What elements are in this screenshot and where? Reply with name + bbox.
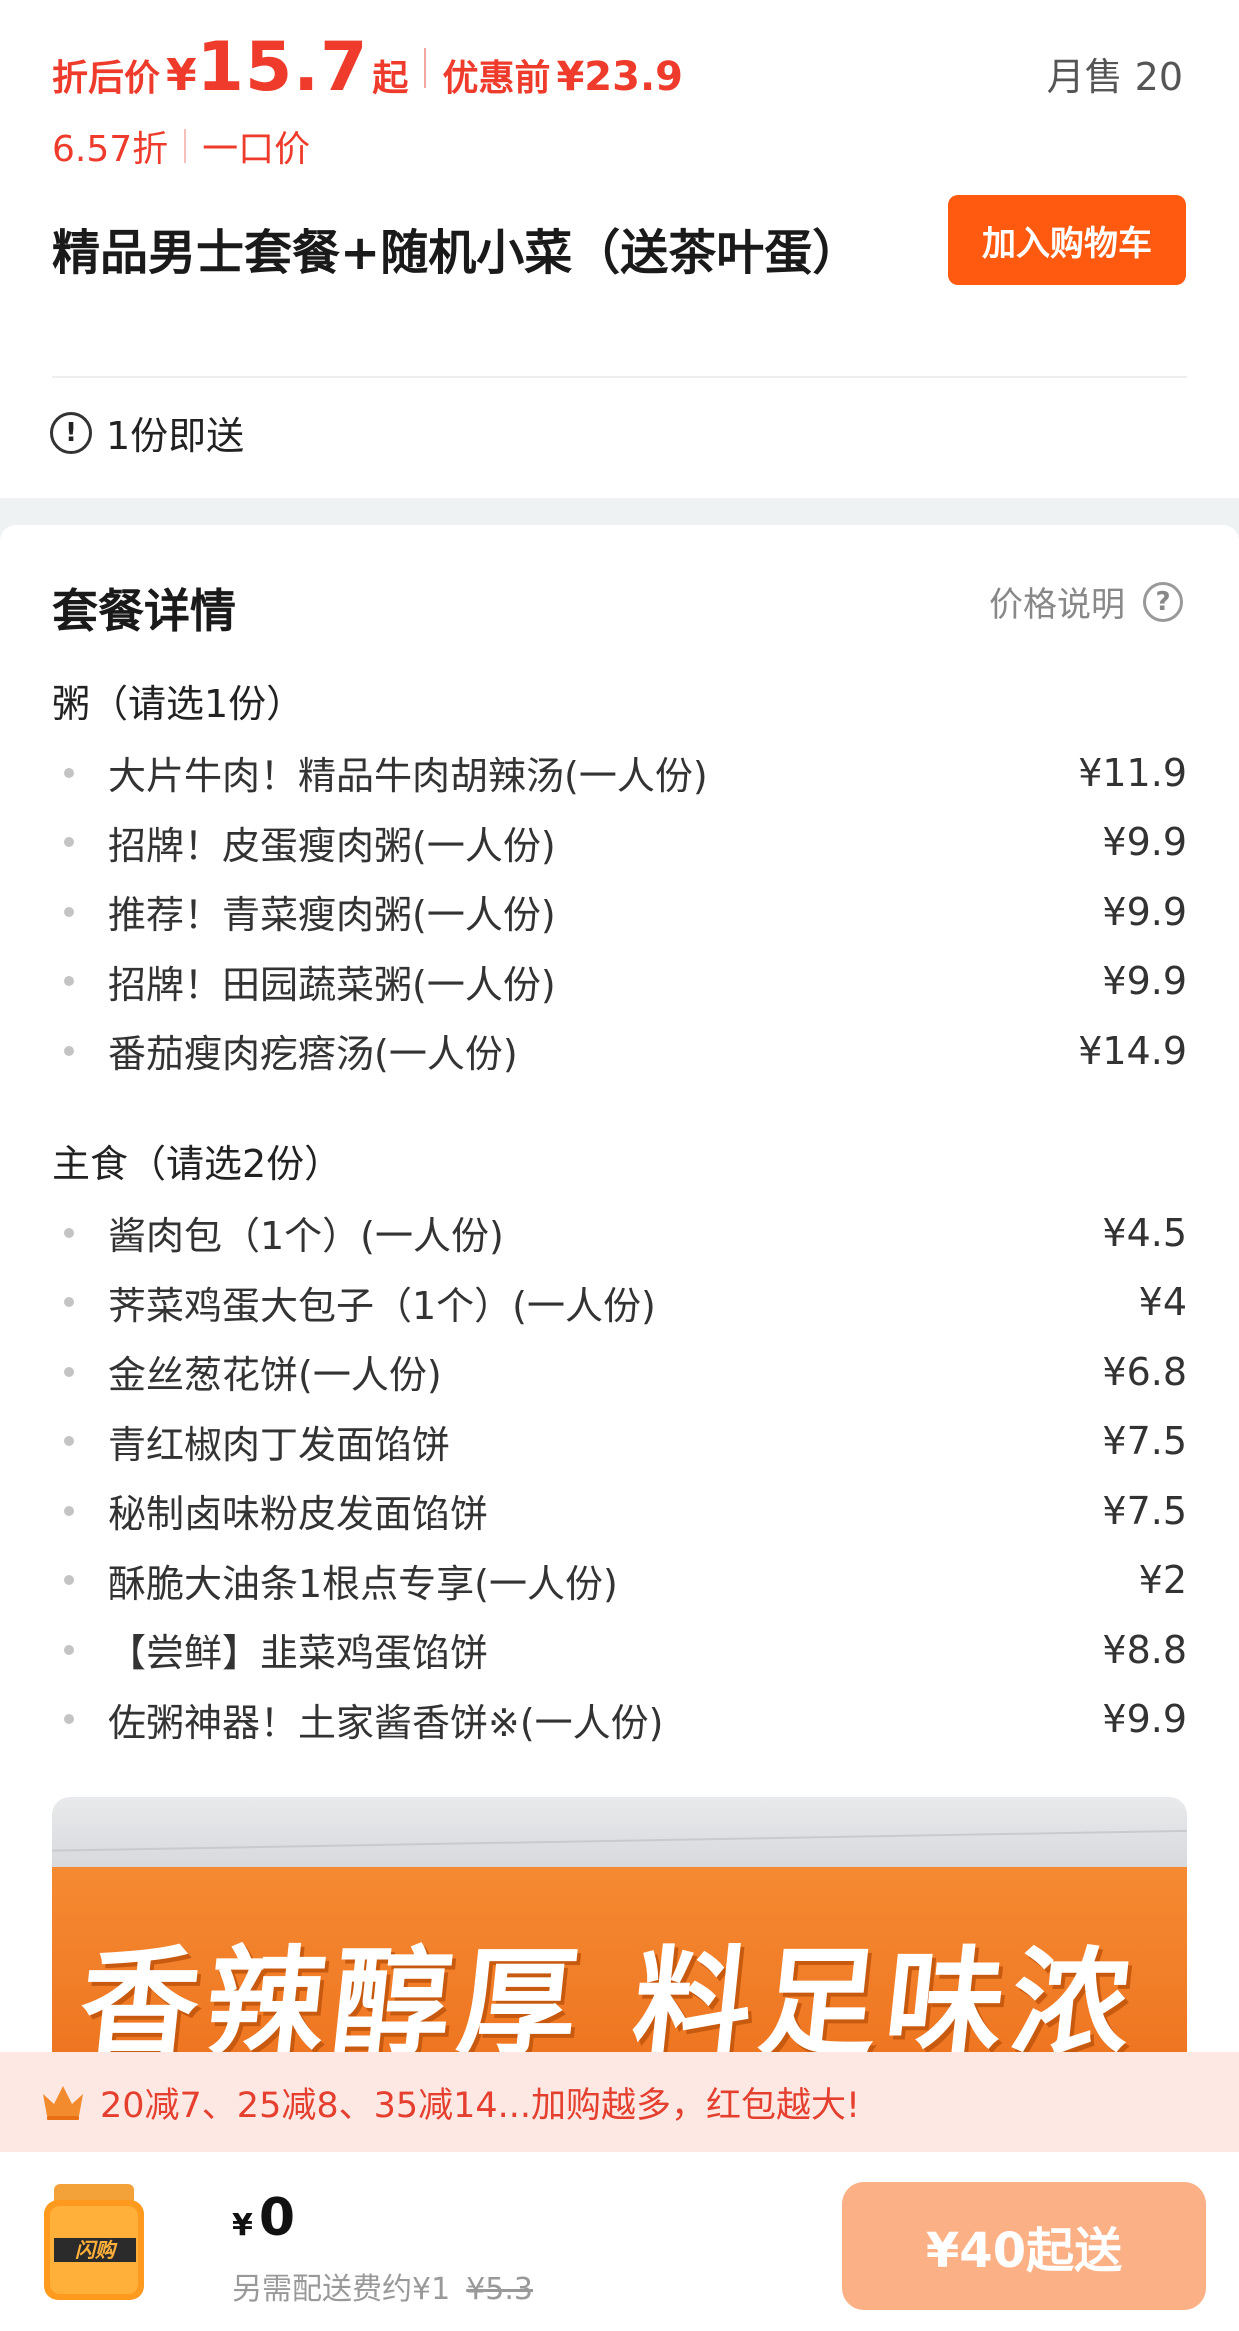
original-price-label: 优惠前 [442, 58, 551, 99]
discount-promo-strip[interactable]: 20减7、25减8、35减14...加购越多，红包越大! [0, 2052, 1239, 2152]
list-item: 佐粥神器！土家酱香饼※(一人份) ¥9.9 [52, 1685, 1187, 1755]
item-name: 金丝葱花饼(一人份) [108, 1353, 442, 1398]
item-price: ¥7.5 [1102, 1488, 1187, 1533]
item-price: ¥14.9 [1078, 1028, 1187, 1073]
list-item: 秘制卤味粉皮发面馅饼 ¥7.5 [52, 1476, 1187, 1546]
list-item: 酥脆大油条1根点专享(一人份) ¥2 [52, 1546, 1187, 1616]
price-row: 折后价 ¥ 15.7 起 优惠前 ¥23.9 [52, 28, 683, 108]
bullet [64, 906, 74, 917]
total-amount: 0 [258, 2188, 296, 2248]
price-note-label: 价格说明 [989, 585, 1125, 625]
monthly-sales: 月售 20 [1046, 55, 1183, 99]
item-name: 青红椒肉丁发面馅饼 [108, 1422, 451, 1467]
bullet [64, 837, 74, 848]
group-title-porridge: 粥（请选1份） [52, 682, 305, 726]
item-price: ¥2 [1138, 1558, 1187, 1603]
info-icon: ! [50, 411, 92, 454]
discount-rate: 6.57折 [52, 129, 169, 170]
price-currency: ¥ [166, 50, 197, 101]
promo-text: 20减7、25减8、35减14...加购越多，红包越大! [100, 2085, 861, 2126]
item-name: 推荐！青菜瘦肉粥(一人份) [108, 893, 556, 938]
item-price: ¥6.8 [1102, 1349, 1187, 1394]
item-name: 【尝鲜】韭菜鸡蛋馅饼 [108, 1631, 489, 1676]
item-price: ¥8.8 [1102, 1627, 1187, 1672]
checkout-bar: 闪购 ¥ 0 另需配送费约¥1 ¥5.3 ¥40起送 [0, 2152, 1239, 2331]
item-name: 荠菜鸡蛋大包子（1个）(一人份) [108, 1283, 656, 1328]
price-note-link[interactable]: 价格说明 ? [989, 577, 1183, 626]
item-price: ¥4 [1138, 1280, 1187, 1325]
list-item: 番茄瘦肉疙瘩汤(一人份) ¥14.9 [52, 1016, 1187, 1086]
price-suffix: 起 [372, 58, 409, 99]
details-title: 套餐详情 [52, 584, 236, 638]
item-price: ¥9.9 [1102, 959, 1187, 1004]
list-item: 酱肉包（1个）(一人份) ¥4.5 [52, 1198, 1187, 1268]
discount-price-label: 折后价 [52, 58, 161, 99]
bullet [64, 1436, 74, 1447]
bullet [64, 767, 74, 778]
bullet [64, 976, 74, 987]
product-title: 精品男士套餐+随机小菜（送茶叶蛋） [52, 225, 861, 281]
list-item: 大片牛肉！精品牛肉胡辣汤(一人份) ¥11.9 [52, 738, 1187, 808]
flash-buy-bag-icon[interactable]: 闪购 [40, 2180, 148, 2304]
delivery-fee-original: ¥5.3 [466, 2272, 533, 2307]
item-name: 番茄瘦肉疙瘩汤(一人份) [108, 1032, 518, 1077]
staple-list: 酱肉包（1个）(一人份) ¥4.5 荠菜鸡蛋大包子（1个）(一人份) ¥4 金丝葱花… [52, 1198, 1187, 1754]
item-price: ¥4.5 [1102, 1210, 1187, 1255]
item-name: 招牌！田园蔬菜粥(一人份) [108, 962, 556, 1007]
list-item: 招牌！田园蔬菜粥(一人份) ¥9.9 [52, 947, 1187, 1017]
item-price: ¥11.9 [1078, 750, 1187, 795]
list-item: 【尝鲜】韭菜鸡蛋馅饼 ¥8.8 [52, 1615, 1187, 1685]
item-price: ¥9.9 [1102, 1697, 1187, 1742]
discount-row: 6.57折 一口价 [52, 118, 310, 174]
cart-total: ¥ 0 [232, 2188, 295, 2248]
bullet [64, 1297, 74, 1308]
item-name: 酱肉包（1个）(一人份) [108, 1214, 504, 1259]
list-item: 荠菜鸡蛋大包子（1个）(一人份) ¥4 [52, 1268, 1187, 1338]
list-item: 青红椒肉丁发面馅饼 ¥7.5 [52, 1407, 1187, 1477]
price-type: 一口价 [202, 129, 311, 170]
notice-text: 1份即送 [106, 414, 245, 458]
item-name: 酥脆大油条1根点专享(一人份) [108, 1561, 618, 1606]
item-name: 秘制卤味粉皮发面馅饼 [108, 1492, 489, 1537]
list-item: 推荐！青菜瘦肉粥(一人份) ¥9.9 [52, 877, 1187, 947]
total-currency: ¥ [232, 2208, 253, 2243]
bullet [64, 1644, 74, 1655]
bullet [64, 1575, 74, 1586]
bullet [64, 1227, 74, 1238]
delivery-fee: 另需配送费约¥1 ¥5.3 [232, 2264, 533, 2308]
discount-price: 15.7 [196, 28, 369, 107]
crown-icon [43, 2086, 83, 2120]
min-order-button[interactable]: ¥40起送 [842, 2182, 1206, 2310]
list-item: 招牌！皮蛋瘦肉粥(一人份) ¥9.9 [52, 808, 1187, 878]
delivery-notice: ! 1份即送 [50, 405, 244, 460]
bullet [64, 1505, 74, 1516]
product-card: 折后价 ¥ 15.7 起 优惠前 ¥23.9 月售 20 6.57折 一口价 精… [0, 0, 1239, 498]
help-icon: ? [1143, 581, 1183, 622]
bag-label: 闪购 [75, 2238, 118, 2262]
promo-banner-image: 香辣醇厚 料足味浓 [52, 1797, 1187, 2067]
bullet [64, 1714, 74, 1725]
item-price: ¥9.9 [1102, 889, 1187, 934]
divider [52, 376, 1187, 378]
banner-slogan: 香辣醇厚 料足味浓 [73, 1934, 1146, 2067]
bullet [64, 1366, 74, 1377]
item-name: 招牌！皮蛋瘦肉粥(一人份) [108, 823, 556, 868]
porridge-list: 大片牛肉！精品牛肉胡辣汤(一人份) ¥11.9 招牌！皮蛋瘦肉粥(一人份) ¥9.9… [52, 738, 1187, 1086]
item-name: 佐粥神器！土家酱香饼※(一人份) [108, 1700, 664, 1745]
item-name: 大片牛肉！精品牛肉胡辣汤(一人份) [108, 754, 708, 799]
group-title-staple: 主食（请选2份） [52, 1142, 343, 1186]
item-price: ¥7.5 [1102, 1419, 1187, 1464]
divider [184, 129, 187, 163]
add-to-cart-button[interactable]: 加入购物车 [948, 195, 1186, 285]
delivery-fee-text: 另需配送费约¥1 [232, 2272, 451, 2307]
bullet [64, 1045, 74, 1056]
divider [424, 48, 427, 88]
list-item: 金丝葱花饼(一人份) ¥6.8 [52, 1337, 1187, 1407]
item-price: ¥9.9 [1102, 820, 1187, 865]
original-price: ¥23.9 [556, 54, 683, 100]
